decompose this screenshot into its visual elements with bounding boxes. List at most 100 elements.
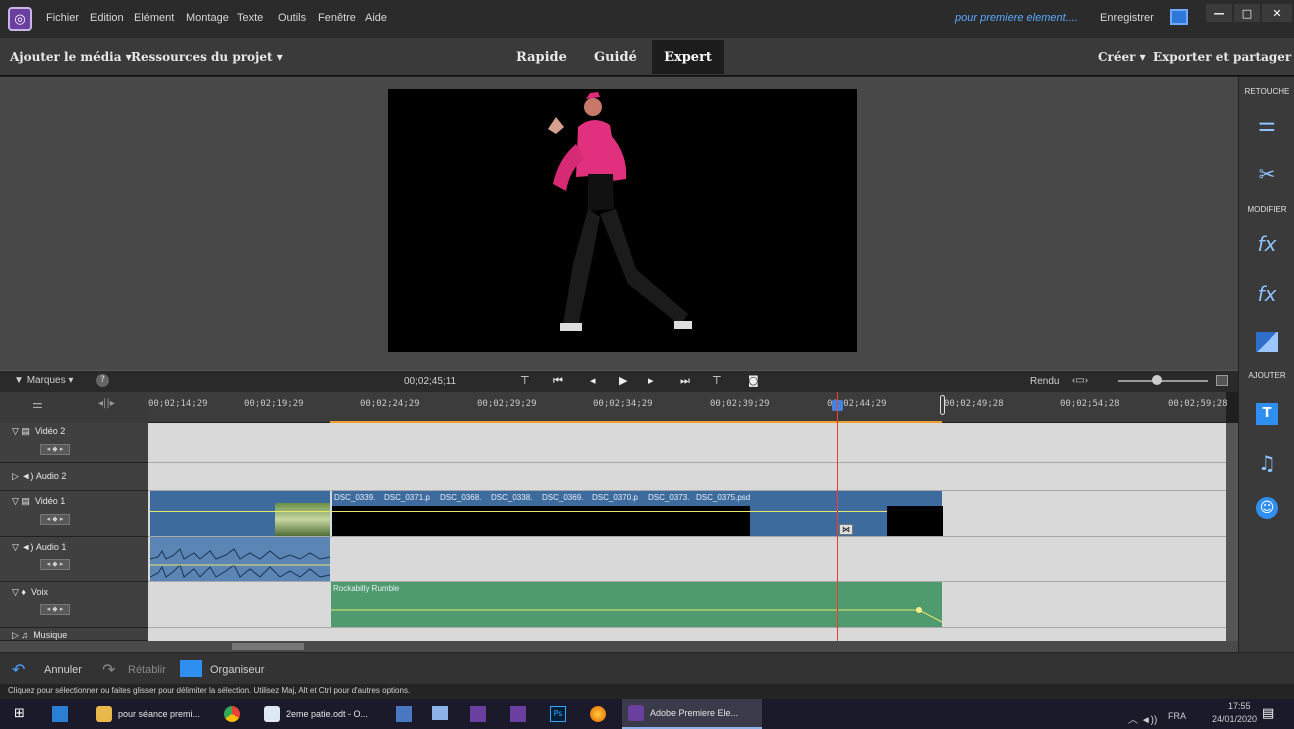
camera-icon[interactable]: ◙ xyxy=(748,374,759,387)
display-icon[interactable] xyxy=(1170,9,1188,25)
applied-effects-icon[interactable]: fx xyxy=(1239,232,1294,256)
zoom-slider[interactable] xyxy=(1118,380,1208,382)
firefox-icon[interactable] xyxy=(590,706,606,722)
tab-rapide[interactable]: Rapide xyxy=(516,50,567,65)
menu-texte[interactable]: Texte xyxy=(237,12,263,24)
mail-icon[interactable] xyxy=(432,706,448,720)
volume-line xyxy=(331,607,943,623)
photoshop-icon[interactable]: Ps xyxy=(550,706,566,722)
video-clip-sequence[interactable]: DSC_0339. DSC_0371.p DSC_0368. DSC_0338.… xyxy=(331,491,943,536)
track-name: Vidéo 2 xyxy=(34,426,66,436)
playhead-line[interactable] xyxy=(837,392,838,642)
taskbar-folder[interactable]: pour séance premi... xyxy=(96,699,200,729)
track-head-video-2[interactable]: ▽ ▤ Vidéo 2 ◂ ◆ ▸ xyxy=(0,423,148,463)
track-head-audio-1[interactable]: ▽ ◄) Audio 1 ◂ ◆ ▸ xyxy=(0,537,148,582)
video-preview[interactable] xyxy=(388,89,857,352)
undo-icon[interactable]: ↶ xyxy=(12,660,25,679)
chrome-icon[interactable] xyxy=(224,706,240,722)
keyframe-controls[interactable]: ◂ ◆ ▸ xyxy=(40,559,70,570)
redo-icon[interactable]: ↷ xyxy=(102,660,115,679)
track-head-music[interactable]: ▷ ♫ Musique xyxy=(0,628,148,641)
modify-label: MODIFIER xyxy=(1247,205,1287,214)
clip-label: Rockabilly Rumble xyxy=(333,584,400,593)
ruler-tick: 00;02;54;28 xyxy=(1060,399,1120,409)
menu-montage[interactable]: Montage xyxy=(186,12,229,24)
track-head-audio-2[interactable]: ▷ ◄) Audio 2 xyxy=(0,463,148,491)
language-indicator[interactable]: FRA xyxy=(1168,711,1186,721)
help-icon[interactable]: ? xyxy=(96,374,109,387)
taskbar-premiere[interactable]: Adobe Premiere Ele... xyxy=(622,699,762,729)
step-forward-icon[interactable]: ▸ xyxy=(648,374,654,387)
redo-button[interactable]: Rétablir xyxy=(128,664,166,676)
windows-start-icon[interactable]: ⊞ xyxy=(14,706,25,721)
menu-fenetre[interactable]: Fenêtre xyxy=(318,12,356,24)
play-icon[interactable]: ▶ xyxy=(619,374,627,387)
render-icon[interactable]: ‹▭› xyxy=(1072,375,1088,386)
previous-edit-icon[interactable]: ⏮ xyxy=(553,374,563,388)
music-clip[interactable]: Rockabilly Rumble xyxy=(331,582,943,627)
taskbar-label: Adobe Premiere Ele... xyxy=(650,708,739,718)
undo-button[interactable]: Annuler xyxy=(44,664,82,676)
track-name: Audio 2 xyxy=(35,471,67,481)
go-to-start-icon[interactable]: ⊤ xyxy=(520,374,530,387)
taskbar-label: 2eme patie.odt - O... xyxy=(286,709,369,719)
markers-menu[interactable]: ▼ Marques ▾ xyxy=(14,375,73,386)
zoom-slider-handle[interactable] xyxy=(1152,375,1162,385)
app-icon[interactable] xyxy=(396,706,412,722)
fit-icon[interactable] xyxy=(1216,375,1228,386)
clock-time[interactable]: 17:55 xyxy=(1228,701,1251,711)
keyframe-controls[interactable]: ◂ ◆ ▸ xyxy=(40,514,70,525)
transitions-icon[interactable] xyxy=(1256,332,1278,352)
menu-aide[interactable]: Aide xyxy=(365,12,387,24)
tools-icon[interactable]: ✂ xyxy=(1239,162,1294,186)
organizer-icon[interactable] xyxy=(180,660,202,677)
tab-guide[interactable]: Guidé xyxy=(594,50,637,65)
elements-icon[interactable] xyxy=(510,706,526,722)
keyframe-controls[interactable]: ◂ ◆ ▸ xyxy=(40,604,70,615)
keyframe-controls[interactable]: ◂ ◆ ▸ xyxy=(40,444,70,455)
elements-icon[interactable] xyxy=(470,706,486,722)
graphics-icon[interactable]: ☺ xyxy=(1256,497,1278,519)
effects-icon[interactable]: fx xyxy=(1239,282,1294,306)
add-media-button[interactable]: Ajouter le média ▾ xyxy=(10,50,132,64)
transition-marker-icon[interactable]: ⋈ xyxy=(839,524,853,535)
track-size-icon[interactable]: ⚌ xyxy=(32,397,43,411)
system-tray-icons[interactable]: ︿ ◄)) xyxy=(1128,711,1157,726)
tab-expert[interactable]: Expert xyxy=(652,40,724,74)
step-back-icon[interactable]: ◂ xyxy=(590,374,596,387)
track-name: Musique xyxy=(33,630,68,640)
maximize-button[interactable]: □ xyxy=(1234,4,1260,22)
video-clip-intro[interactable] xyxy=(150,491,330,536)
taskbar-document[interactable]: 2eme patie.odt - O... xyxy=(264,699,368,729)
work-area-end-handle[interactable] xyxy=(940,395,945,415)
menu-fichier[interactable]: Fichier xyxy=(46,12,79,24)
audio-waveform-icon[interactable]: ◂||▸ xyxy=(98,398,115,409)
clock-date[interactable]: 24/01/2020 xyxy=(1212,714,1257,724)
adjust-icon[interactable]: ⚌ xyxy=(1239,112,1294,136)
organizer-button[interactable]: Organiseur xyxy=(210,664,264,676)
audio-clip[interactable] xyxy=(149,537,331,581)
ruler-tick: 00;02;49;28 xyxy=(944,399,1004,409)
music-icon[interactable]: ♫ xyxy=(1239,451,1294,475)
menu-outils[interactable]: Outils xyxy=(278,12,306,24)
project-assets-button[interactable]: Ressources du projet ▾ xyxy=(131,50,283,64)
ruler-tick: 00;02;59;28 xyxy=(1168,399,1228,409)
menu-edition[interactable]: Edition xyxy=(90,12,124,24)
go-to-end-icon[interactable]: ⊤ xyxy=(712,374,722,387)
media-app-icon[interactable] xyxy=(52,706,68,722)
titles-icon[interactable]: T xyxy=(1256,403,1278,425)
create-button[interactable]: Créer ▾ xyxy=(1098,50,1146,64)
notification-icon[interactable]: ▤ xyxy=(1262,706,1274,721)
menu-element[interactable]: Elément xyxy=(134,12,174,24)
save-button[interactable]: Enregistrer xyxy=(1100,12,1154,24)
render-button[interactable]: Rendu xyxy=(1030,376,1059,387)
export-share-button[interactable]: Exporter et partager xyxy=(1153,50,1291,64)
scrollbar-thumb[interactable] xyxy=(232,643,304,650)
track-head-video-1[interactable]: ▽ ▤ Vidéo 1 ◂ ◆ ▸ xyxy=(0,491,148,537)
close-button[interactable]: ✕ xyxy=(1262,4,1292,22)
track-head-voice[interactable]: ▽ ♦ Voix ◂ ◆ ▸ xyxy=(0,582,148,628)
vertical-scrollbar[interactable] xyxy=(1226,423,1238,641)
minimize-button[interactable]: — xyxy=(1206,4,1232,22)
horizontal-scrollbar[interactable] xyxy=(0,641,1238,652)
next-edit-icon[interactable]: ⏭ xyxy=(680,374,690,388)
